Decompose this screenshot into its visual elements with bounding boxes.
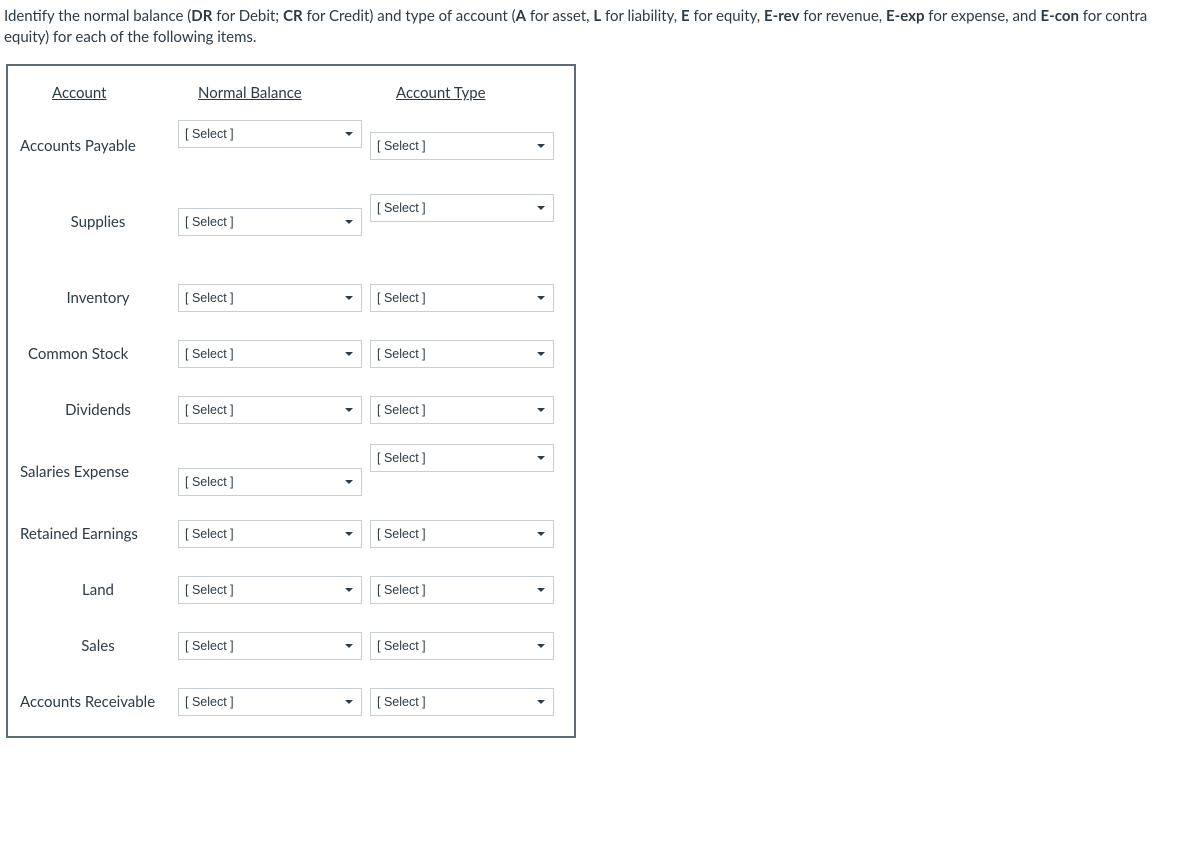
normal-balance-select[interactable]: [ Select ] [178,396,362,424]
account-type-select[interactable]: [ Select ] [370,520,554,548]
table-row: Inventory [ Select ] [ Select ] [18,284,564,312]
normal-balance-select[interactable]: [ Select ] [178,468,362,496]
row-label: Accounts Payable [18,137,178,155]
table-row: Retained Earnings [ Select ] [ Select ] [18,520,564,548]
account-type-select[interactable]: [ Select ] [370,688,554,716]
row-label: Land [18,581,178,599]
table-row: Sales [ Select ] [ Select ] [18,632,564,660]
account-type-select[interactable]: [ Select ] [370,632,554,660]
normal-balance-select[interactable]: [ Select ] [178,576,362,604]
account-type-select[interactable]: [ Select ] [370,340,554,368]
table-row: Accounts Payable [ Select ] [ Select ] [18,132,564,160]
account-type-select[interactable]: [ Select ] [370,132,554,160]
column-headers: Account Normal Balance Account Type [18,84,564,102]
row-label: Common Stock [18,345,178,363]
table-row: Supplies [ Select ] [ Select ] [18,208,564,236]
normal-balance-select[interactable]: [ Select ] [178,120,362,148]
table-row: Common Stock [ Select ] [ Select ] [18,340,564,368]
table-row: Salaries Expense [ Select ] [ Select ] [18,458,564,486]
account-type-select[interactable]: [ Select ] [370,444,554,472]
table-row: Dividends [ Select ] [ Select ] [18,396,564,424]
question-box: Account Normal Balance Account Type Acco… [6,64,576,738]
table-row: Land [ Select ] [ Select ] [18,576,564,604]
header-normal-balance: Normal Balance [178,84,378,102]
row-label: Retained Earnings [18,525,178,543]
row-label: Dividends [18,401,178,419]
row-label: Sales [18,637,178,655]
header-account: Account [18,84,178,102]
normal-balance-select[interactable]: [ Select ] [178,688,362,716]
row-label: Accounts Receivable [18,693,178,711]
table-row: Accounts Receivable [ Select ] [ Select … [18,688,564,716]
account-type-select[interactable]: [ Select ] [370,576,554,604]
normal-balance-select[interactable]: [ Select ] [178,632,362,660]
account-type-select[interactable]: [ Select ] [370,194,554,222]
normal-balance-select[interactable]: [ Select ] [178,520,362,548]
account-type-select[interactable]: [ Select ] [370,396,554,424]
normal-balance-select[interactable]: [ Select ] [178,208,362,236]
instructions-text: Identify the normal balance (DR for Debi… [0,0,1200,54]
row-label: Salaries Expense [18,463,178,481]
row-label: Inventory [18,289,178,307]
row-label: Supplies [18,213,178,231]
normal-balance-select[interactable]: [ Select ] [178,284,362,312]
account-type-select[interactable]: [ Select ] [370,284,554,312]
normal-balance-select[interactable]: [ Select ] [178,340,362,368]
header-account-type: Account Type [378,84,564,102]
